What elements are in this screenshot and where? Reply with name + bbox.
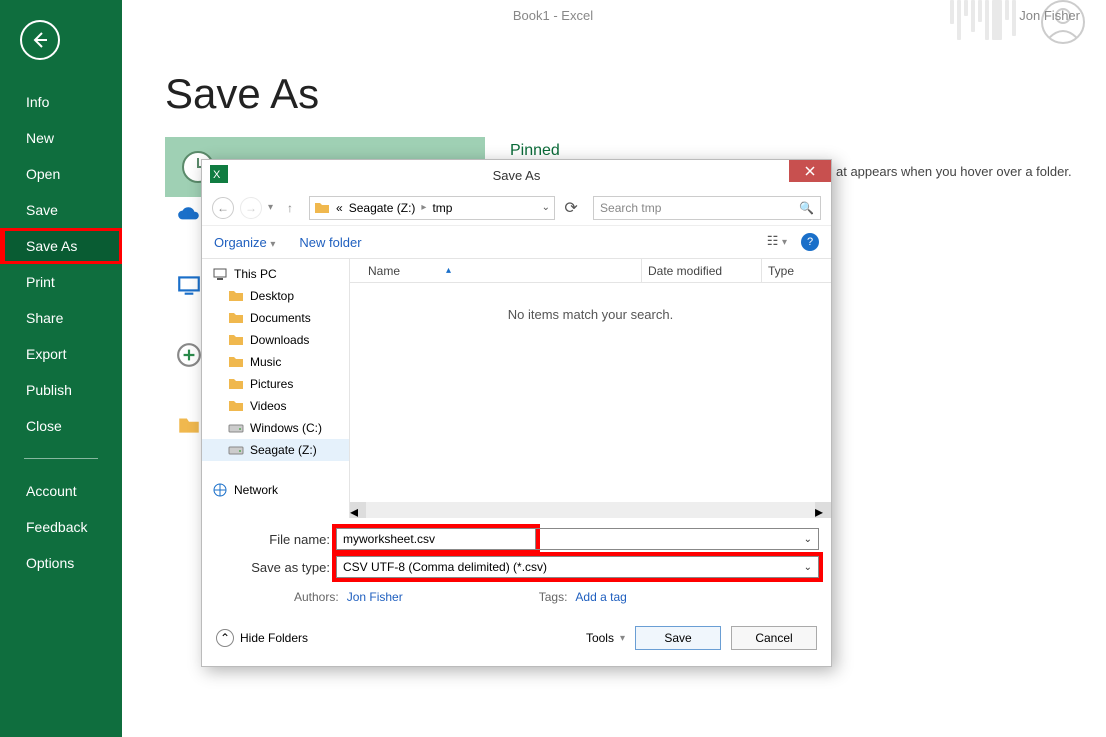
refresh-button[interactable]: ⟳ xyxy=(561,197,581,219)
sidebar-item-publish[interactable]: Publish xyxy=(0,372,122,408)
chevron-up-icon: ⌃ xyxy=(216,629,234,647)
file-name-label: File name: xyxy=(214,532,330,547)
help-button[interactable]: ? xyxy=(801,233,819,251)
tree-item-documents[interactable]: Documents xyxy=(202,307,349,329)
tree-item-desktop[interactable]: Desktop xyxy=(202,285,349,307)
hide-folders-button[interactable]: ⌃ Hide Folders xyxy=(216,629,308,647)
breadcrumb-seg1[interactable]: Seagate (Z:) xyxy=(349,201,416,215)
folder-tree[interactable]: This PCDesktopDocumentsDownloadsMusicPic… xyxy=(202,259,350,518)
save-type-label: Save as type: xyxy=(214,560,330,575)
breadcrumb-seg2[interactable]: tmp xyxy=(432,201,452,215)
new-folder-button[interactable]: New folder xyxy=(299,235,361,250)
sidebar-item-feedback[interactable]: Feedback xyxy=(0,509,122,545)
this-pc-icon[interactable] xyxy=(174,270,204,300)
browse-icon[interactable] xyxy=(174,410,204,440)
folder-icon xyxy=(314,200,330,216)
address-bar[interactable]: « Seagate (Z:) ▸ tmp ⌄ xyxy=(309,196,555,220)
search-placeholder: Search tmp xyxy=(600,201,661,215)
sidebar-item-print[interactable]: Print xyxy=(0,264,122,300)
sidebar-item-save[interactable]: Save xyxy=(0,192,122,228)
breadcrumb-prefix: « xyxy=(336,201,343,215)
tags-value[interactable]: Add a tag xyxy=(575,590,626,604)
tree-item-pictures[interactable]: Pictures xyxy=(202,373,349,395)
horizontal-scrollbar[interactable]: ◂▸ xyxy=(350,502,831,518)
dialog-titlebar: X Save As xyxy=(202,160,831,190)
tree-item-seagate-z-[interactable]: Seagate (Z:) xyxy=(202,439,349,461)
chevron-right-icon: ▸ xyxy=(421,202,426,213)
nav-history-dropdown[interactable]: ▾ xyxy=(268,202,273,213)
sidebar-item-account[interactable]: Account xyxy=(0,473,122,509)
sidebar-item-info[interactable]: Info xyxy=(0,84,122,120)
tree-item-music[interactable]: Music xyxy=(202,351,349,373)
close-icon xyxy=(805,166,815,176)
nav-forward-button[interactable]: → xyxy=(240,197,262,219)
search-input[interactable]: Search tmp 🔍 xyxy=(593,196,821,220)
save-button[interactable]: Save xyxy=(635,626,721,650)
dialog-nav-bar: ← → ▾ ↑ « Seagate (Z:) ▸ tmp ⌄ ⟳ Search … xyxy=(202,190,831,226)
sidebar-divider xyxy=(24,458,98,459)
column-date[interactable]: Date modified xyxy=(641,259,761,282)
sidebar-item-save-as[interactable]: Save As xyxy=(0,228,122,264)
cancel-button[interactable]: Cancel xyxy=(731,626,817,650)
document-title: Book1 - Excel xyxy=(0,8,1106,23)
user-name: Jon Fisher xyxy=(1019,8,1080,23)
file-name-dropdown[interactable]: ⌄ xyxy=(536,528,819,550)
tree-item-videos[interactable]: Videos xyxy=(202,395,349,417)
authors-value[interactable]: Jon Fisher xyxy=(347,590,403,604)
dialog-title-text: Save As xyxy=(493,168,541,183)
tree-item-downloads[interactable]: Downloads xyxy=(202,329,349,351)
sidebar-item-close[interactable]: Close xyxy=(0,408,122,444)
back-button[interactable] xyxy=(20,20,60,60)
tools-menu[interactable]: Tools ▾ xyxy=(586,631,625,645)
tree-item-network[interactable]: Network xyxy=(202,479,349,501)
file-list-area: Name▴ Date modified Type No items match … xyxy=(350,259,831,518)
pin-hint-text: at appears when you hover over a folder. xyxy=(836,164,1072,179)
organize-menu[interactable]: Organize ▾ xyxy=(214,235,275,250)
search-icon: 🔍 xyxy=(799,201,814,215)
column-headers[interactable]: Name▴ Date modified Type xyxy=(350,259,831,283)
add-place-icon[interactable] xyxy=(174,340,204,370)
nav-back-button[interactable]: ← xyxy=(212,197,234,219)
sidebar-item-options[interactable]: Options xyxy=(0,545,122,581)
address-dropdown[interactable]: ⌄ xyxy=(542,202,550,213)
sidebar-item-export[interactable]: Export xyxy=(0,336,122,372)
save-as-dialog: X Save As ← → ▾ ↑ « Seagate (Z:) ▸ tmp ⌄… xyxy=(201,159,832,667)
dialog-footer: ⌃ Hide Folders Tools ▾ Save Cancel xyxy=(202,612,831,666)
backstage-sidebar: InfoNewOpenSaveSave AsPrintShareExportPu… xyxy=(0,0,122,737)
nav-up-button[interactable]: ↑ xyxy=(279,197,301,219)
sidebar-item-share[interactable]: Share xyxy=(0,300,122,336)
column-name[interactable]: Name▴ xyxy=(350,259,641,282)
svg-text:X: X xyxy=(213,169,221,181)
tags-label: Tags: xyxy=(539,590,568,604)
empty-message: No items match your search. xyxy=(350,283,831,502)
sidebar-item-new[interactable]: New xyxy=(0,120,122,156)
tree-item-windows-c-[interactable]: Windows (C:) xyxy=(202,417,349,439)
fields-area: File name: myworksheet.csv ⌄ Save as typ… xyxy=(202,518,831,612)
close-button[interactable] xyxy=(789,160,831,182)
view-options-button[interactable]: ☷ ▾ xyxy=(767,233,787,251)
page-title: Save As xyxy=(165,70,319,118)
pinned-heading: Pinned xyxy=(510,142,560,160)
authors-label: Authors: xyxy=(294,590,339,604)
excel-icon: X xyxy=(210,165,228,183)
sidebar-item-open[interactable]: Open xyxy=(0,156,122,192)
dialog-toolbar: Organize ▾ New folder ☷ ▾ ? xyxy=(202,226,831,258)
file-name-input[interactable]: myworksheet.csv xyxy=(336,528,536,550)
tree-item-this-pc[interactable]: This PC xyxy=(202,263,349,285)
save-type-dropdown[interactable]: CSV UTF-8 (Comma delimited) (*.csv)⌄ xyxy=(336,556,819,578)
location-icon-column xyxy=(174,200,204,440)
onedrive-icon[interactable] xyxy=(174,200,204,230)
column-type[interactable]: Type xyxy=(761,259,831,282)
